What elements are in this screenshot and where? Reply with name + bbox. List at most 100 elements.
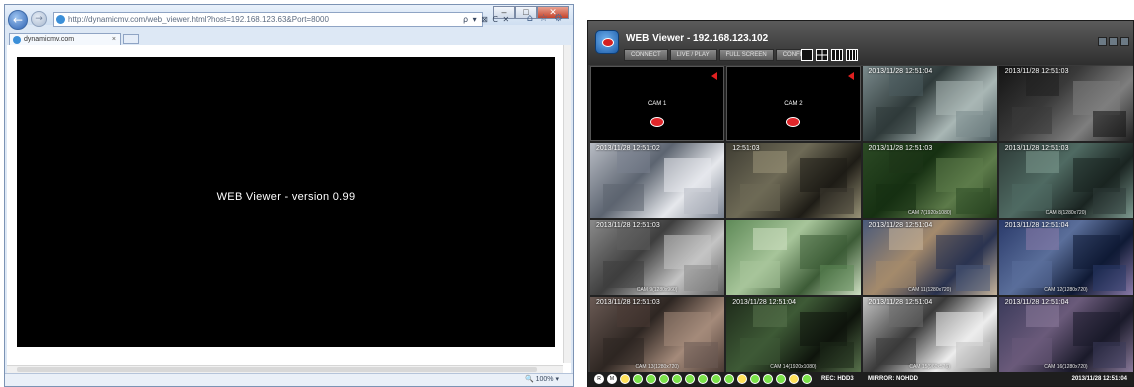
minimize-icon[interactable] — [1098, 37, 1107, 46]
camera-tile[interactable]: 2013/11/28 12:51:03 — [998, 66, 1133, 141]
horizontal-scrollbar[interactable] — [7, 365, 563, 373]
scroll-thumb[interactable] — [17, 367, 537, 372]
camera-timestamp: 2013/11/28 12:51:04 — [1004, 222, 1069, 229]
camera-tile[interactable]: 2013/11/28 12:51:03 CAM 13(1280x720) — [590, 297, 725, 372]
zoom-control[interactable]: 🔍 100% ▾ — [525, 375, 559, 385]
camera-tile[interactable]: 2013/11/28 12:51:04 — [862, 66, 997, 141]
camera-tile[interactable]: 2013/11/28 12:51:04 CAM 12(1280x720) — [998, 220, 1133, 295]
camera-timestamp: 2013/11/28 12:51:04 — [868, 68, 933, 75]
gear-icon[interactable]: ⚙ — [554, 13, 563, 24]
video-frame-block — [889, 227, 923, 250]
address-tools[interactable]: ρ ▾ ⊠ C ✕ — [463, 12, 510, 27]
channel-status-dot — [724, 374, 734, 384]
video-frame-block — [616, 304, 651, 327]
forward-icon[interactable]: → — [31, 11, 47, 27]
camera-label: CAM 15(960x576) — [909, 364, 950, 370]
site-favicon-icon — [56, 15, 65, 24]
full-screen-button[interactable]: FULL SCREEN — [718, 49, 774, 61]
viewer-title: WEB Viewer - 192.168.123.102 — [626, 33, 769, 44]
back-icon[interactable]: ← — [8, 10, 28, 30]
camera-tile[interactable]: 2013/11/28 12:51:02 — [590, 143, 725, 218]
record-icon — [650, 117, 665, 127]
layout-3x3-button[interactable] — [831, 49, 843, 61]
app-logo — [595, 30, 619, 54]
camera-tile[interactable]: CAM 2 — [726, 66, 861, 141]
channel-status-dot — [685, 374, 695, 384]
video-frame-block — [889, 73, 923, 96]
video-frame-block — [1072, 158, 1120, 192]
video-frame-block — [1072, 81, 1120, 115]
layout-4x4-button[interactable] — [846, 49, 858, 61]
camera-label: CAM 13(1280x720) — [635, 364, 679, 370]
address-bar[interactable]: http://dynamicmv.com/web_viewer.html?hos… — [53, 12, 483, 27]
video-frame-block — [753, 227, 787, 250]
camera-tile[interactable]: CAM 1 — [590, 66, 725, 141]
channel-status-dot — [659, 374, 669, 384]
connect-button[interactable]: CONNECT — [624, 49, 668, 61]
camera-label: CAM 9(1280x960) — [636, 287, 678, 293]
vertical-scrollbar[interactable] — [563, 45, 571, 363]
video-frame-block — [936, 158, 984, 192]
camera-timestamp: 2013/11/28 12:51:04 — [732, 299, 796, 306]
video-frame-block — [1092, 111, 1127, 138]
layout-selector — [801, 49, 858, 61]
camera-tile[interactable] — [726, 220, 861, 295]
channel-status-dot — [711, 374, 721, 384]
rec-status: REC: HDD3 — [821, 376, 854, 382]
camera-label: CAM 2 — [784, 101, 803, 107]
live-play-button[interactable]: LIVE / PLAY — [669, 49, 717, 61]
logo-mark-icon — [602, 38, 614, 47]
new-tab-button[interactable] — [123, 34, 139, 44]
layout-1x1-button[interactable] — [801, 49, 813, 61]
video-frame-block — [603, 338, 644, 365]
star-icon[interactable]: ☆ — [539, 13, 548, 24]
camera-timestamp: 2013/11/28 12:51:03 — [596, 222, 660, 229]
restore-icon[interactable] — [1109, 37, 1118, 46]
video-frame-block — [753, 150, 787, 173]
video-frame-block — [1012, 184, 1053, 211]
camera-label: CAM 16(1280x720) — [1044, 364, 1088, 370]
video-frame-block — [603, 184, 644, 211]
alert-icon — [847, 72, 854, 80]
tab-close-icon[interactable]: × — [112, 34, 116, 45]
camera-tile[interactable]: 2013/11/28 12:51:04 CAM 11(1280x720) — [862, 220, 997, 295]
camera-tile[interactable]: 2013/11/28 12:51:04 CAM 15(960x576) — [862, 297, 997, 372]
video-frame-block — [683, 188, 718, 215]
channel-status-dot — [776, 374, 786, 384]
camera-tile[interactable]: 2013/11/28 12:51:03 CAM 7(1920x1080) — [862, 143, 997, 218]
tab-dynamicmv[interactable]: dynamicmv.com × — [9, 33, 121, 45]
video-frame-block — [1025, 73, 1060, 96]
video-frame-block — [800, 235, 848, 269]
alert-icon — [711, 72, 718, 80]
channel-status-dot — [802, 374, 812, 384]
video-frame-block — [1012, 107, 1053, 134]
home-icon[interactable]: ⌂ — [527, 13, 533, 24]
channel-status-dot — [789, 374, 799, 384]
video-frame-block — [1012, 338, 1053, 365]
camera-timestamp: 2013/11/28 12:51:04 — [868, 299, 933, 306]
video-frame-block — [663, 158, 711, 192]
channel-status-dot — [633, 374, 643, 384]
video-frame-block — [1025, 227, 1060, 250]
camera-tile[interactable]: 12:51:03 — [726, 143, 861, 218]
camera-tile[interactable]: 2013/11/28 12:51:03 CAM 9(1280x960) — [590, 220, 725, 295]
video-frame-block — [739, 184, 780, 211]
camera-tile[interactable]: 2013/11/28 12:51:04 CAM 16(1280x720) — [998, 297, 1133, 372]
video-frame-block — [889, 304, 923, 327]
channel-status-dot — [750, 374, 760, 384]
camera-tile[interactable]: 2013/11/28 12:51:03 CAM 8(1280x720) — [998, 143, 1133, 218]
camera-label: CAM 7(1920x1080) — [907, 210, 952, 216]
video-frame-block — [616, 150, 651, 173]
camera-tile[interactable]: 2013/11/28 12:51:04 CAM 14(1920x1080) — [726, 297, 861, 372]
video-frame-block — [663, 312, 711, 346]
video-frame-block — [800, 312, 848, 346]
video-frame-block — [956, 111, 991, 138]
video-frame-block — [739, 261, 780, 288]
video-frame-block — [1012, 261, 1053, 288]
channel-status-dot — [763, 374, 773, 384]
browser-command-icons: ⌂ ☆ ⚙ — [527, 13, 563, 24]
camera-timestamp: 2013/11/28 12:51:04 — [868, 222, 933, 229]
close-icon[interactable] — [1120, 37, 1129, 46]
layout-2x2-button[interactable] — [816, 49, 828, 61]
video-frame-block — [603, 261, 644, 288]
